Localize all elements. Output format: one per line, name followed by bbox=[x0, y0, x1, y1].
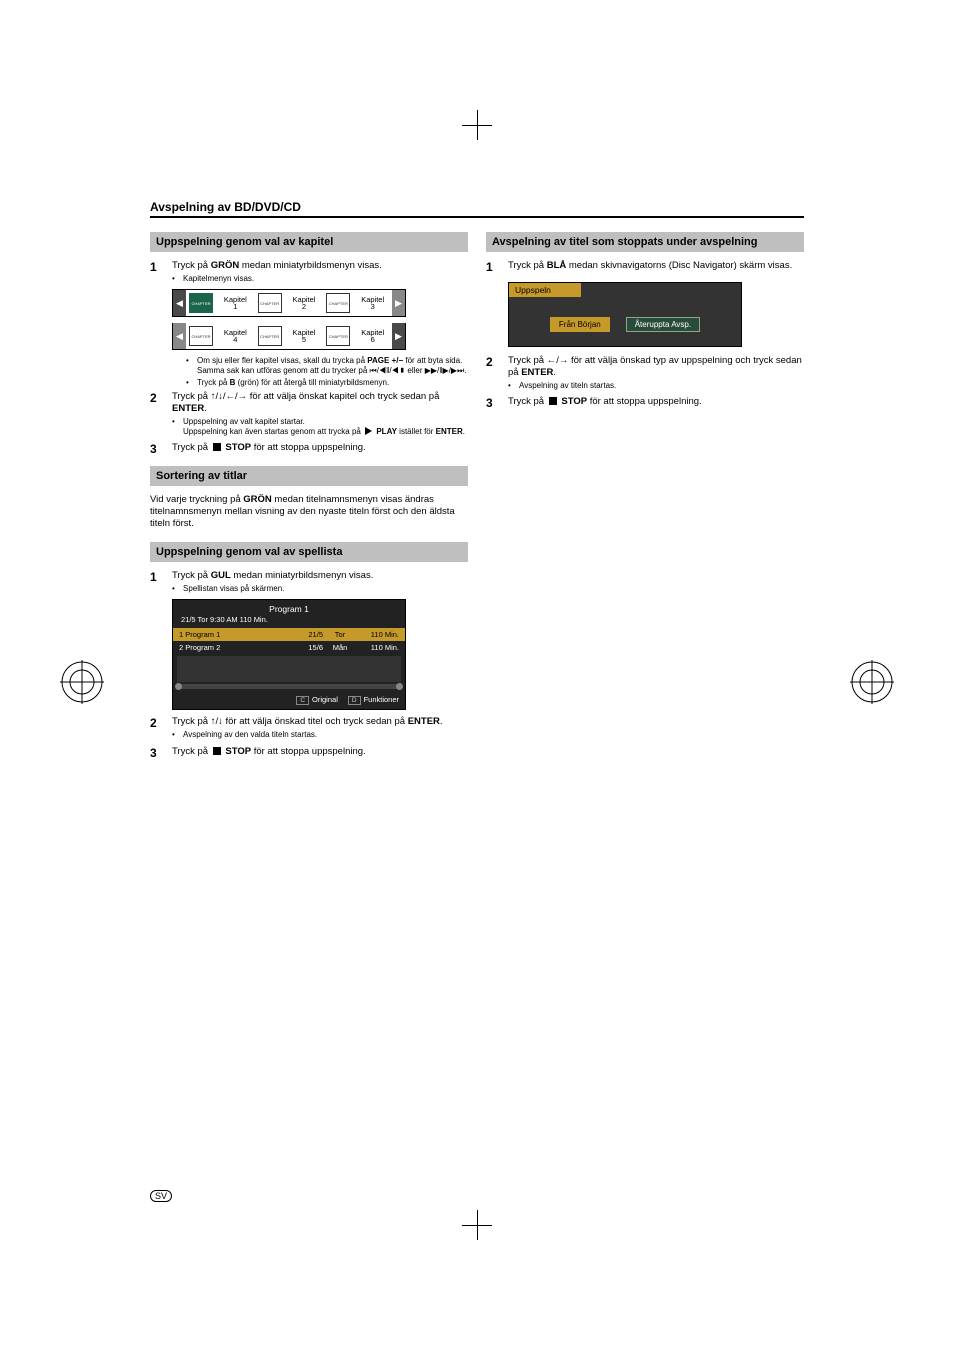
playlist-row: 1 Program 1 21/5 Tor 110 Min. bbox=[173, 628, 405, 641]
chapter-thumb: CHAPTER bbox=[189, 326, 213, 346]
text: medan miniatyrbildsmenyn visas. bbox=[239, 260, 382, 271]
playlist-step-1: 1 Tryck på GUL medan miniatyrbildsmenyn … bbox=[150, 570, 468, 593]
text: Tryck på bbox=[172, 260, 211, 271]
step-1: 1 Tryck på GRÖN medan miniatyrbildsmenyn… bbox=[150, 260, 468, 283]
bullet-text: Tryck på B (grön) för att återgå till mi… bbox=[197, 378, 389, 388]
arrow-glyphs: ↑/↓ bbox=[211, 716, 223, 727]
arrow-right-icon: ▶ bbox=[392, 290, 405, 316]
chapter-thumb: CHAPTER bbox=[326, 326, 350, 346]
playlist-step-2: 2 Tryck på ↑/↓ för att välja önskad tite… bbox=[150, 716, 468, 739]
playlist-row: 2 Program 2 15/6 Mån 110 Min. bbox=[173, 641, 405, 654]
chapter-thumb: CHAPTER bbox=[326, 293, 350, 313]
bold: GRÖN bbox=[211, 260, 240, 271]
arrow-glyphs: ↑/↓/←/→ bbox=[211, 391, 247, 402]
bullet-text: Avspelning av den valda titeln startas. bbox=[183, 730, 317, 740]
bullet-text: Spellistan visas på skärmen. bbox=[183, 584, 284, 594]
step-2: 2 Tryck på ↑/↓/←/→ för att välja önskat … bbox=[150, 391, 468, 436]
play-icon bbox=[365, 427, 372, 435]
chapter-thumb: CHAPTER bbox=[258, 293, 282, 313]
step-number: 3 bbox=[486, 396, 500, 410]
chapter-thumb: CHAPTER bbox=[189, 293, 213, 313]
registration-mark-bottom bbox=[462, 1210, 492, 1240]
step-number: 1 bbox=[486, 260, 500, 274]
stop-icon bbox=[549, 397, 557, 405]
resume-from-start-button: Från Början bbox=[550, 317, 610, 332]
arrow-left-icon: ◀ bbox=[173, 290, 186, 316]
step-number: 2 bbox=[150, 716, 164, 739]
left-column: Uppspelning genom val av kapitel 1 Tryck… bbox=[150, 232, 468, 766]
bullet-text: Uppspelning av valt kapitel startar. Upp… bbox=[183, 417, 465, 436]
page-section-title: Avspelning av BD/DVD/CD bbox=[150, 200, 804, 214]
step-number: 2 bbox=[150, 391, 164, 436]
right-column: Avspelning av titel som stoppats under a… bbox=[486, 232, 804, 766]
step-number: 3 bbox=[150, 442, 164, 456]
step-number: 3 bbox=[150, 746, 164, 760]
right-step-3: 3 Tryck på STOP för att stoppa uppspelni… bbox=[486, 396, 804, 410]
bullet-text: Om sju eller fler kapitel visas, skall d… bbox=[197, 356, 468, 375]
stop-icon bbox=[213, 747, 221, 755]
playlist-header: Program 1 bbox=[173, 600, 405, 615]
key-c-tag: C bbox=[296, 696, 309, 705]
heading-chapter-playback: Uppspelning genom val av kapitel bbox=[150, 232, 468, 252]
transport-glyphs: ⏮/◀‖/◀▮ bbox=[370, 366, 406, 375]
playlist-illustration: Program 1 21/5 Tor 9:30 AM 110 Min. 1 Pr… bbox=[172, 599, 406, 710]
playlist-step-3: 3 Tryck på STOP för att stoppa uppspelni… bbox=[150, 746, 468, 760]
resume-dialog-illustration: Uppspeln Från Början Återuppta Avsp. bbox=[508, 282, 742, 347]
step-number: 1 bbox=[150, 260, 164, 283]
scrollbar bbox=[177, 684, 401, 689]
bullet-text: Kapitelmenyn visas. bbox=[183, 274, 254, 284]
heading-sort-titles: Sortering av titlar bbox=[150, 466, 468, 486]
right-step-2: 2 Tryck på ←/→ för att välja önskad typ … bbox=[486, 355, 804, 390]
heading-playlist-playback: Uppspelning genom val av spellista bbox=[150, 542, 468, 562]
section-rule bbox=[150, 216, 804, 218]
key-d-tag: D bbox=[348, 696, 361, 705]
step-number: 1 bbox=[150, 570, 164, 593]
chapter-menu-illustration: ◀ CHAPTERKapitel1 CHAPTERKapitel2 CHAPTE… bbox=[150, 289, 468, 350]
registration-mark-left bbox=[60, 660, 104, 704]
resume-continue-button: Återuppta Avsp. bbox=[626, 317, 700, 332]
registration-mark-right bbox=[850, 660, 894, 704]
language-badge: SV bbox=[150, 1190, 172, 1202]
arrow-glyphs: ←/→ bbox=[547, 355, 569, 366]
bullet-text: Avspelning av titeln startas. bbox=[519, 381, 616, 391]
arrow-right-icon: ▶ bbox=[392, 323, 405, 349]
step-3: 3 Tryck på STOP för att stoppa uppspelni… bbox=[150, 442, 468, 456]
playlist-subheader: 21/5 Tor 9:30 AM 110 Min. bbox=[173, 615, 405, 628]
stop-icon bbox=[213, 443, 221, 451]
transport-glyphs: ▶▶/‖▶/▶⏭ bbox=[425, 366, 465, 375]
step-number: 2 bbox=[486, 355, 500, 390]
right-step-1: 1 Tryck på BLÅ medan skivnavigatorns (Di… bbox=[486, 260, 804, 274]
paragraph: Vid varje tryckning på GRÖN medan titeln… bbox=[150, 494, 468, 530]
chapter-thumb: CHAPTER bbox=[258, 326, 282, 346]
registration-mark-top bbox=[462, 110, 492, 140]
arrow-left-icon: ◀ bbox=[173, 323, 186, 349]
resume-dialog-title: Uppspeln bbox=[509, 283, 581, 297]
heading-resume-playback: Avspelning av titel som stoppats under a… bbox=[486, 232, 804, 252]
